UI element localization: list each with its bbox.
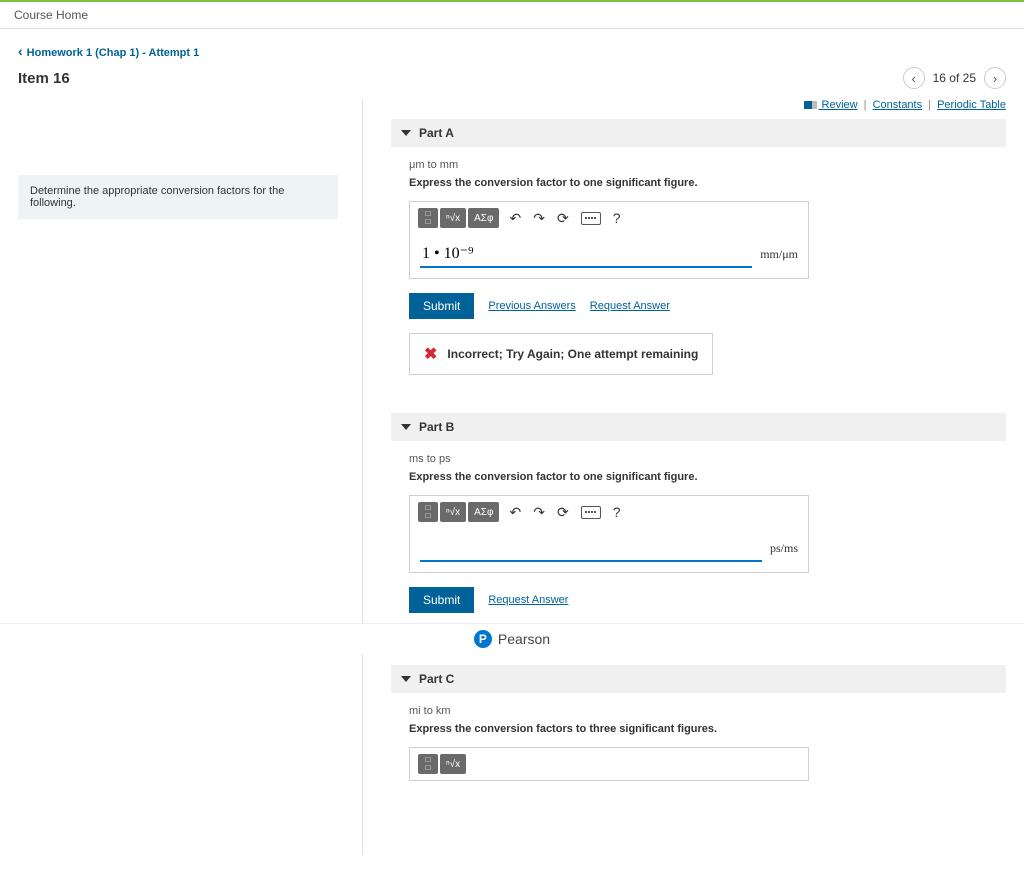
part-c-instruction: Express the conversion factors to three … (409, 723, 988, 735)
constants-link[interactable]: Constants (873, 99, 923, 111)
footer: P Pearson (0, 623, 1024, 654)
redo-icon[interactable]: ↷ (533, 210, 545, 227)
top-bar: Course Home (0, 0, 1024, 29)
template-icon[interactable]: □□ (418, 754, 438, 774)
part-a-units: mm/μm (760, 247, 798, 262)
periodic-table-link[interactable]: Periodic Table (937, 99, 1006, 111)
caret-down-icon (401, 130, 411, 136)
part-b-units: ps/ms (770, 541, 798, 556)
part-b-header[interactable]: Part B (391, 413, 1006, 441)
pearson-logo-icon: P (474, 630, 492, 648)
course-home-link[interactable]: Course Home (14, 8, 88, 22)
part-a-answer-box: □□ ⁿ√x ΑΣφ ↶ ↷ ⟳ ? (409, 201, 809, 279)
part-b-conversion: ms to ps (409, 453, 988, 465)
request-answer-link-b[interactable]: Request Answer (488, 594, 568, 606)
prev-item-button[interactable]: ‹ (903, 67, 925, 89)
part-b-instruction: Express the conversion factor to one sig… (409, 471, 988, 483)
part-a-input[interactable] (420, 240, 752, 268)
caret-down-icon (401, 424, 411, 430)
symbols-icon[interactable]: ΑΣφ (468, 208, 499, 228)
part-c-header[interactable]: Part C (391, 665, 1006, 693)
root-icon[interactable]: ⁿ√x (440, 208, 466, 228)
part-c-answer-box: □□ ⁿ√x (409, 747, 809, 781)
part-b-input[interactable] (420, 534, 762, 562)
part-a-header[interactable]: Part A (391, 119, 1006, 147)
next-item-button[interactable]: › (984, 67, 1006, 89)
root-icon[interactable]: ⁿ√x (440, 754, 466, 774)
keyboard-icon[interactable] (581, 212, 601, 225)
undo-icon[interactable]: ↶ (509, 504, 521, 521)
format-tools: □□ ⁿ√x ΑΣφ (418, 502, 499, 522)
part-a-conversion: μm to mm (409, 159, 988, 171)
reset-icon[interactable]: ⟳ (557, 210, 569, 227)
help-icon[interactable]: ? (613, 210, 621, 226)
help-icon[interactable]: ? (613, 504, 621, 520)
item-title: Item 16 (18, 70, 70, 87)
part-c-conversion: mi to km (409, 705, 988, 717)
format-tools: □□ ⁿ√x ΑΣφ (418, 208, 499, 228)
part-b-submit-button[interactable]: Submit (409, 587, 474, 613)
previous-answers-link[interactable]: Previous Answers (488, 300, 575, 312)
redo-icon[interactable]: ↷ (533, 504, 545, 521)
pager: ‹ 16 of 25 › (903, 67, 1006, 89)
part-a-instruction: Express the conversion factor to one sig… (409, 177, 988, 189)
root-icon[interactable]: ⁿ√x (440, 502, 466, 522)
part-a-submit-button[interactable]: Submit (409, 293, 474, 319)
part-b-answer-box: □□ ⁿ√x ΑΣφ ↶ ↷ ⟳ ? (409, 495, 809, 573)
template-icon[interactable]: □□ (418, 208, 438, 228)
pearson-brand: Pearson (498, 631, 550, 647)
resource-links: Review | Constants | Periodic Table (391, 99, 1006, 111)
pager-position: 16 of 25 (933, 71, 976, 85)
question-prompt: Determine the appropriate conversion fac… (18, 175, 338, 219)
symbols-icon[interactable]: ΑΣφ (468, 502, 499, 522)
keyboard-icon[interactable] (581, 506, 601, 519)
format-tools: □□ ⁿ√x (418, 754, 790, 774)
reset-icon[interactable]: ⟳ (557, 504, 569, 521)
part-a-feedback: ✖ Incorrect; Try Again; One attempt rema… (409, 333, 713, 375)
review-icon (804, 101, 816, 109)
review-link[interactable]: Review (818, 99, 857, 111)
template-icon[interactable]: □□ (418, 502, 438, 522)
breadcrumb[interactable]: Homework 1 (Chap 1) - Attempt 1 (18, 43, 1006, 59)
incorrect-icon: ✖ (424, 344, 437, 364)
caret-down-icon (401, 676, 411, 682)
undo-icon[interactable]: ↶ (509, 210, 521, 227)
request-answer-link-a[interactable]: Request Answer (590, 300, 670, 312)
